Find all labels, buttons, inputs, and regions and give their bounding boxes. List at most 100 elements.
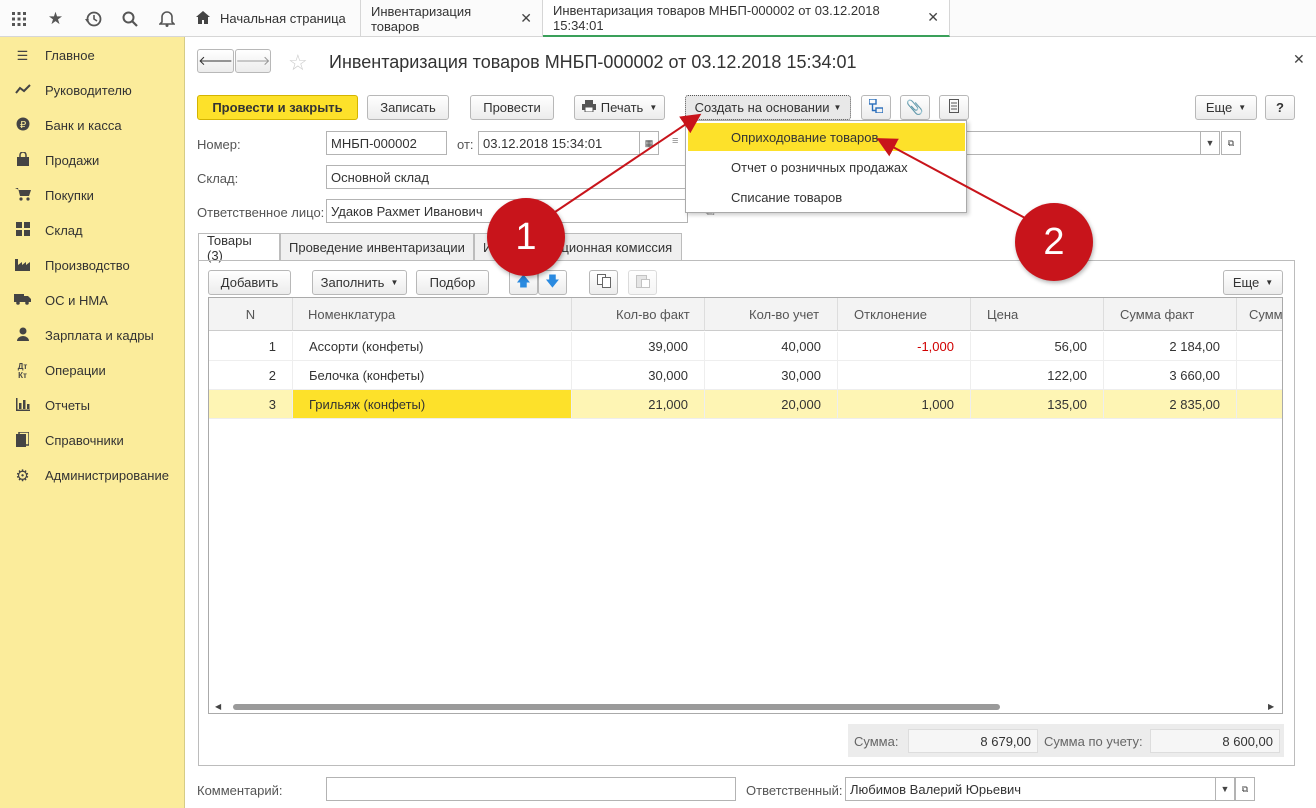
bell-icon[interactable]	[148, 0, 185, 37]
cell-qty-acc: 40,000	[705, 332, 838, 360]
scroll-right-icon[interactable]: ▶	[1268, 702, 1274, 711]
menu-item-retail-report[interactable]: Отчет о розничных продажах	[688, 153, 965, 181]
history-icon[interactable]	[74, 0, 111, 37]
header-n[interactable]: N	[209, 298, 293, 331]
header-qty-acc[interactable]: Кол-во учет	[705, 298, 838, 331]
copy-button[interactable]	[589, 270, 618, 295]
sidebar-item-label: Склад	[45, 223, 83, 238]
cell-item[interactable]: Грильяж (конфеты)	[293, 390, 572, 418]
header-sum-fact[interactable]: Сумма факт	[1104, 298, 1237, 331]
sidebar-item-label: Продажи	[45, 153, 100, 168]
date-field[interactable]: 03.12.2018 15:34:01	[478, 131, 640, 155]
post-and-close-button[interactable]: Провести и закрыть	[197, 95, 358, 120]
sidebar-item-reports[interactable]: Отчеты	[0, 388, 185, 423]
move-down-button[interactable]: 🡇	[538, 270, 567, 295]
back-button[interactable]: 🡐	[197, 49, 234, 73]
fill-button[interactable]: Заполнить ▼	[312, 270, 407, 295]
list-button[interactable]	[939, 95, 969, 120]
print-button[interactable]: Печать ▼	[574, 95, 665, 120]
table-row-selected[interactable]: 3 Грильяж (конфеты) 21,000 20,000 1,000 …	[209, 390, 1282, 419]
sum-acc-label: Сумма по учету:	[1044, 734, 1143, 749]
header-sum[interactable]: Сумма	[1237, 298, 1282, 331]
close-form-icon[interactable]: ✕	[1293, 51, 1305, 68]
factory-icon	[0, 257, 45, 274]
sidebar-item-catalogs[interactable]: Справочники	[0, 423, 185, 458]
tab-inventory-list[interactable]: Инвентаризация товаров ✕	[361, 0, 543, 37]
fill-label: Заполнить	[320, 275, 385, 290]
dropdown-icon[interactable]: ▼	[1215, 777, 1235, 801]
tab-goods[interactable]: Товары (3)	[198, 233, 280, 263]
select-button[interactable]: Подбор	[416, 270, 489, 295]
calendar-icon[interactable]: ▦	[639, 131, 659, 155]
caret-down-icon: ▼	[1238, 103, 1247, 112]
help-button[interactable]: ?	[1265, 95, 1295, 120]
close-icon[interactable]: ✕	[927, 9, 939, 26]
sidebar-item-purchases[interactable]: Покупки	[0, 178, 185, 213]
header-deviation[interactable]: Отклонение	[838, 298, 971, 331]
menu-item-write-off[interactable]: Списание товаров	[688, 183, 965, 211]
horizontal-scrollbar[interactable]: ◀ ▶	[209, 699, 1282, 713]
scrollbar-thumb[interactable]	[233, 704, 1000, 710]
add-button[interactable]: Добавить	[208, 270, 291, 295]
forward-button[interactable]: 🡒	[235, 49, 271, 73]
favorite-star-icon[interactable]: ☆	[288, 50, 308, 76]
sidebar-item-warehouse[interactable]: Склад	[0, 213, 185, 248]
cell-sum-fact: 2 835,00	[1104, 390, 1237, 418]
grid-more-button[interactable]: Еще ▼	[1223, 270, 1283, 295]
sidebar-item-bank[interactable]: ₽ Банк и касса	[0, 108, 185, 143]
open-icon[interactable]: ⧉	[1235, 777, 1255, 801]
paste-button[interactable]	[628, 270, 657, 295]
responsible-footer-field[interactable]: Любимов Валерий Юрьевич	[845, 777, 1216, 801]
sidebar-item-main[interactable]: ☰ Главное	[0, 38, 185, 73]
cell-item: Белочка (конфеты)	[293, 361, 572, 389]
organization-field[interactable]	[966, 131, 1201, 155]
open-icon[interactable]: ⧉	[1221, 131, 1241, 155]
tab-inventory-doc[interactable]: Инвентаризация товаров МНБП-000002 от 03…	[543, 0, 950, 37]
sidebar-item-sales[interactable]: Продажи	[0, 143, 185, 178]
header-price[interactable]: Цена	[971, 298, 1104, 331]
sidebar-item-production[interactable]: Производство	[0, 248, 185, 283]
table-row[interactable]: 1 Ассорти (конфеты) 39,000 40,000 -1,000…	[209, 332, 1282, 361]
number-field[interactable]: МНБП-000002	[326, 131, 447, 155]
warehouse-field[interactable]: Основной склад	[326, 165, 688, 189]
table-row[interactable]: 2 Белочка (конфеты) 30,000 30,000 122,00…	[209, 361, 1282, 390]
sidebar-item-operations[interactable]: Дт Кт Операции	[0, 353, 185, 388]
structure-button[interactable]	[861, 95, 891, 120]
tab-home[interactable]: Начальная страница	[186, 0, 361, 37]
attach-button[interactable]: 📎	[900, 95, 930, 120]
apps-grid-icon[interactable]	[0, 0, 37, 37]
create-based-on-button[interactable]: Создать на основании ▼	[685, 95, 851, 120]
cell-deviation: -1,000	[838, 332, 971, 360]
paste-icon	[635, 274, 650, 291]
close-icon[interactable]: ✕	[520, 10, 532, 27]
comment-field[interactable]	[326, 777, 736, 801]
tab-conduct[interactable]: Проведение инвентаризации	[280, 233, 474, 260]
copy-icon	[596, 274, 611, 291]
cell-n: 3	[209, 390, 293, 418]
sidebar-item-label: Руководителю	[45, 83, 132, 98]
structure-icon	[868, 98, 884, 116]
sidebar-item-salary[interactable]: Зарплата и кадры	[0, 318, 185, 353]
search-icon[interactable]	[111, 0, 148, 37]
scroll-left-icon[interactable]: ◀	[215, 702, 221, 711]
truck-icon	[0, 293, 45, 308]
sidebar-item-admin[interactable]: ⚙ Администрирование	[0, 458, 185, 493]
more-button[interactable]: Еще ▼	[1195, 95, 1257, 120]
save-button[interactable]: Записать	[367, 95, 449, 120]
table-viewport: N Номенклатура Кол-во факт Кол-во учет О…	[209, 298, 1282, 698]
header-item[interactable]: Номенклатура	[293, 298, 572, 331]
star-icon[interactable]: ★	[37, 0, 74, 37]
menu-item-receipt[interactable]: Оприходование товаров	[688, 123, 965, 151]
post-button[interactable]: Провести	[470, 95, 554, 120]
cell-qty-fact: 30,000	[572, 361, 705, 389]
create-based-label: Создать на основании	[694, 100, 830, 115]
sidebar-item-label: Банк и касса	[45, 118, 122, 133]
header-qty-fact[interactable]: Кол-во факт	[572, 298, 705, 331]
create-based-menu: Оприходование товаров Отчет о розничных …	[685, 120, 967, 213]
dropdown-icon[interactable]: ▼	[1200, 131, 1220, 155]
sidebar-item-assets[interactable]: ОС и НМА	[0, 283, 185, 318]
book-icon	[0, 430, 45, 450]
cell-sum-fact: 3 660,00	[1104, 361, 1237, 389]
cell-n: 2	[209, 361, 293, 389]
sidebar-item-director[interactable]: Руководителю	[0, 73, 185, 108]
